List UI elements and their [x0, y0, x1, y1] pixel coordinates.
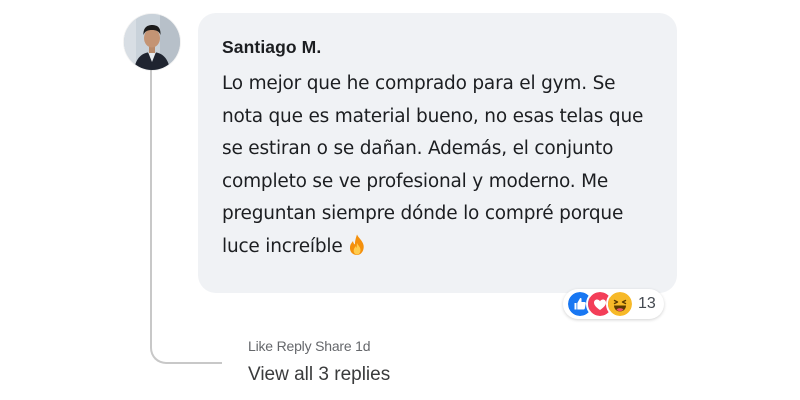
user-photo-icon: [124, 14, 180, 70]
avatar[interactable]: [124, 14, 180, 70]
reply-action[interactable]: Reply: [277, 338, 312, 354]
share-action[interactable]: Share: [315, 338, 352, 354]
comment-text: Lo mejor que he comprado para el gym. Se…: [222, 73, 644, 257]
haha-icon: [606, 290, 634, 318]
comment-author[interactable]: Santiago M.: [222, 37, 647, 58]
comment-bubble: Santiago M. Lo mejor que he comprado par…: [198, 13, 677, 293]
reaction-count: 13: [638, 295, 656, 312]
fire-emoji-icon: [349, 234, 364, 255]
view-replies-link[interactable]: View all 3 replies: [248, 364, 390, 386]
comment-actions: Like Reply Share 1d: [248, 338, 371, 354]
comment-body: Lo mejor que he comprado para el gym. Se…: [222, 68, 647, 263]
like-action[interactable]: Like: [248, 338, 273, 354]
reactions-summary[interactable]: 13: [563, 289, 664, 319]
comment-timestamp[interactable]: 1d: [355, 338, 370, 354]
